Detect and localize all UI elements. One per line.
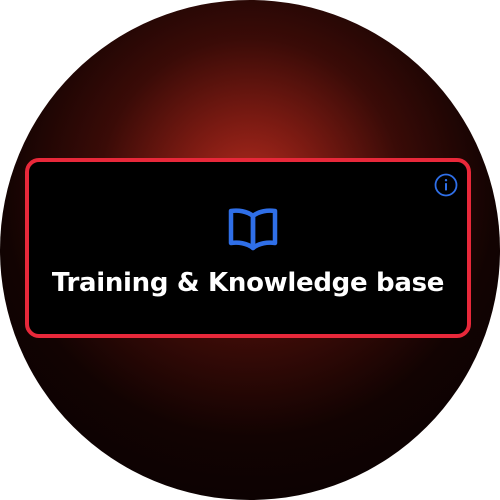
- training-knowledge-base-tile[interactable]: Training & Knowledge base: [25, 158, 471, 338]
- watch-face: Training & Knowledge base: [0, 0, 500, 500]
- info-icon[interactable]: [434, 173, 458, 197]
- tile-title: Training & Knowledge base: [51, 268, 445, 298]
- book-open-icon: [227, 207, 279, 253]
